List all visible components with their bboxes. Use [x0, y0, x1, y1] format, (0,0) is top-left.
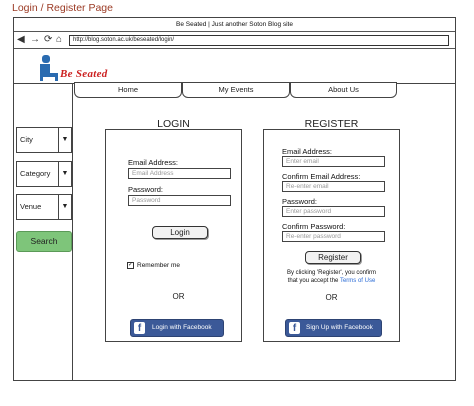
terms-of-use-link[interactable]: Terms of Use — [340, 278, 375, 284]
terms-line-2-text: that you accept the — [287, 278, 339, 284]
address-bar[interactable]: http://blog.soton.ac.uk/beseated/login/ — [69, 35, 449, 46]
home-icon[interactable]: ⌂ — [56, 34, 62, 46]
login-title: LOGIN — [157, 118, 190, 130]
forward-icon[interactable]: → — [30, 34, 40, 46]
browser-window: Be Seated | Just another Soton Blog site… — [13, 17, 456, 381]
sidebar-divider — [72, 83, 73, 381]
login-facebook-button[interactable]: f Login with Facebook — [130, 319, 224, 337]
remember-me-label: Remember me — [137, 262, 180, 269]
logo-text: Be Seated — [60, 68, 108, 80]
chevron-down-icon: ▼ — [58, 162, 71, 186]
facebook-icon: f — [134, 322, 145, 334]
register-confirm-email-input[interactable]: Re-enter email — [282, 181, 385, 192]
city-select-label: City — [20, 135, 33, 144]
register-confirm-email-label: Confirm Email Address: — [282, 172, 361, 181]
facebook-icon: f — [289, 322, 300, 334]
login-password-label: Password: — [128, 185, 164, 194]
register-password-label: Password: — [282, 197, 318, 206]
register-title: REGISTER — [304, 118, 359, 130]
terms-line-1: By clicking 'Register', you confirm — [287, 270, 376, 276]
login-facebook-label: Login with Facebook — [152, 324, 212, 331]
menu-about-us[interactable]: About Us — [290, 82, 397, 98]
chevron-down-icon: ▼ — [58, 128, 71, 152]
register-email-label: Email Address: — [282, 147, 333, 156]
register-or-label: OR — [325, 293, 338, 302]
venue-select[interactable]: Venue ▼ — [16, 194, 72, 220]
terms-notice: By clicking 'Register', you confirm that… — [263, 269, 400, 285]
menu-home[interactable]: Home — [74, 82, 182, 98]
category-select[interactable]: Category ▼ — [16, 161, 72, 187]
register-button[interactable]: Register — [305, 251, 361, 264]
login-password-input[interactable]: Password — [128, 195, 231, 206]
back-icon[interactable]: ◀ — [17, 34, 25, 46]
login-email-label: Email Address: — [128, 158, 179, 167]
search-button[interactable]: Search — [16, 231, 72, 252]
login-button[interactable]: Login — [152, 226, 208, 239]
register-email-input[interactable]: Enter email — [282, 156, 385, 167]
register-password-input[interactable]: Enter password — [282, 206, 385, 217]
venue-select-label: Venue — [20, 202, 42, 211]
chevron-down-icon: ▼ — [58, 195, 71, 219]
city-select[interactable]: City ▼ — [16, 127, 72, 153]
login-or-label: OR — [172, 292, 185, 301]
terms-line-2: that you accept the Terms of Use — [263, 277, 400, 285]
window-title: Be Seated | Just another Soton Blog site — [14, 18, 455, 32]
login-email-input[interactable]: Email Address — [128, 168, 231, 179]
page-title: Login / Register Page — [12, 2, 113, 14]
register-facebook-label: Sign Up with Facebook — [306, 324, 373, 331]
register-facebook-button[interactable]: f Sign Up with Facebook — [285, 319, 382, 337]
reload-icon[interactable]: ⟳ — [44, 34, 52, 46]
menu-my-events[interactable]: My Events — [182, 82, 290, 98]
register-confirm-password-label: Confirm Password: — [282, 222, 346, 231]
register-confirm-password-input[interactable]: Re-enter password — [282, 231, 385, 242]
category-select-label: Category — [20, 169, 51, 178]
browser-navbar: ◀ → ⟳ ⌂ http://blog.soton.ac.uk/beseated… — [14, 32, 455, 49]
remember-me-checkbox[interactable]: ✓ — [127, 262, 134, 269]
logo-icon — [40, 55, 58, 81]
